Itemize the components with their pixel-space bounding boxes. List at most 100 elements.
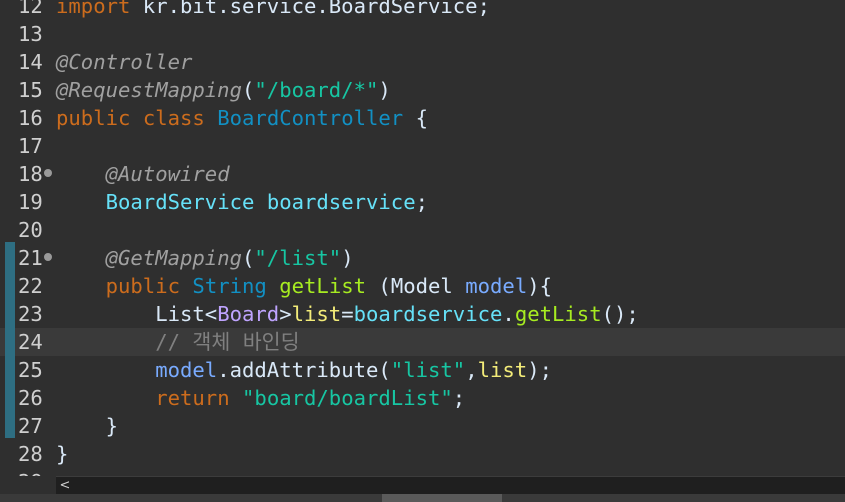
code-token: ( [241, 78, 255, 102]
code-token: public [56, 106, 131, 130]
code-token: BoardService [105, 190, 255, 214]
code-token: @Controller [56, 50, 193, 74]
code-text: BoardService boardservice; [56, 188, 428, 216]
code-line[interactable]: 29 [0, 468, 845, 476]
code-line[interactable]: 13 [0, 20, 845, 48]
code-token: ) [341, 246, 354, 270]
line-number: 20 [18, 218, 43, 242]
code-token: . [502, 302, 515, 326]
code-line[interactable]: 23 List<Board>list=boardservice.getList(… [0, 300, 845, 328]
code-token: (); [601, 302, 639, 326]
code-text: @Controller [56, 48, 192, 76]
line-number: 12 [18, 0, 43, 18]
code-line[interactable]: 27 } [0, 412, 845, 440]
code-line[interactable]: 16 public class BoardController { [0, 104, 845, 132]
gutter-footer [0, 476, 56, 494]
code-token: ); [527, 358, 553, 382]
bottom-scroll-thumb[interactable] [382, 494, 502, 502]
code-token: list [291, 302, 342, 326]
code-token: @GetMapping [105, 246, 242, 270]
code-token: Board [217, 302, 280, 326]
line-number: 29 [18, 468, 54, 476]
line-number: 14 [18, 50, 43, 74]
code-text: @GetMapping("/list") [56, 244, 354, 272]
code-token: import [56, 0, 131, 18]
code-line[interactable]: 14 @Controller [0, 48, 845, 76]
code-token: getList [279, 274, 367, 298]
line-number: 19 [18, 190, 43, 214]
code-line[interactable]: 18 @Autowired [0, 160, 845, 188]
horizontal-scrollbar[interactable]: < [56, 476, 845, 495]
code-token: "board/boardList" [242, 386, 453, 410]
code-text: @Autowired [56, 160, 230, 188]
code-editor[interactable]: 12 import kr.bit.service.BoardService; 13 1… [0, 0, 845, 476]
code-line[interactable]: 15 @RequestMapping("/board/*") [0, 76, 845, 104]
code-token: boardservice [266, 190, 416, 214]
code-token: public [105, 274, 181, 298]
code-text: public class BoardController { [56, 104, 428, 132]
code-token: @Autowired [105, 162, 230, 186]
bottom-scroll-track[interactable] [0, 494, 845, 502]
code-line[interactable]: 19 BoardService boardservice; [0, 188, 845, 216]
line-number: 16 [18, 106, 43, 130]
code-line[interactable]: 25 model.addAttribute("list",list); [0, 356, 845, 384]
code-token: BoardController [217, 106, 404, 130]
code-token: List< [56, 302, 218, 326]
code-token: // 객체 바인딩 [155, 330, 300, 354]
code-token: ){ [527, 274, 553, 298]
code-token: list [477, 358, 528, 382]
code-text: // 객체 바인딩 [56, 328, 300, 356]
code-token: return [155, 386, 230, 410]
code-line[interactable]: 24 // 객체 바인딩 [0, 328, 845, 356]
code-token: } [56, 442, 69, 466]
code-line[interactable]: 20 [0, 216, 845, 244]
scroll-left-arrow-icon[interactable]: < [58, 477, 72, 495]
code-line[interactable]: 28} [0, 440, 845, 468]
code-line[interactable]: 12 import kr.bit.service.BoardService; [0, 0, 845, 20]
code-line[interactable]: 26 return "board/boardList"; [0, 384, 845, 412]
code-text: List<Board>list=boardservice.getList(); [56, 300, 639, 328]
code-token: boardservice [353, 302, 503, 326]
code-line[interactable]: 22 public String getList (Model model){ [0, 272, 845, 300]
code-token: ( [242, 246, 255, 270]
code-token: ) [378, 78, 391, 102]
line-number: 25 [18, 358, 43, 382]
code-token: > [279, 302, 292, 326]
line-number: 22 [18, 274, 43, 298]
code-token: kr.bit.service.BoardService; [130, 0, 490, 18]
code-token: ; [452, 386, 466, 410]
code-token: String [192, 274, 267, 298]
change-marker [5, 242, 15, 438]
code-text: } [56, 440, 68, 468]
code-token: (Model [366, 274, 466, 298]
line-number: 13 [18, 22, 43, 46]
code-token: "list" [390, 358, 466, 382]
code-token: , [465, 358, 478, 382]
code-line[interactable]: 21 @GetMapping("/list") [0, 244, 845, 272]
line-number: 27 [18, 414, 43, 438]
fold-toggle-icon[interactable] [44, 253, 52, 261]
code-token: model [465, 274, 528, 298]
line-number: 26 [18, 386, 43, 410]
code-token: getList [514, 302, 602, 326]
code-text: @RequestMapping("/board/*") [56, 76, 391, 104]
fold-toggle-icon[interactable] [44, 169, 52, 177]
code-token: model [155, 358, 218, 382]
code-token: class [142, 106, 205, 130]
code-token: "/list" [254, 246, 342, 270]
line-number: 15 [18, 78, 43, 102]
code-token: } [56, 414, 118, 438]
code-line[interactable]: 17 [0, 132, 845, 160]
